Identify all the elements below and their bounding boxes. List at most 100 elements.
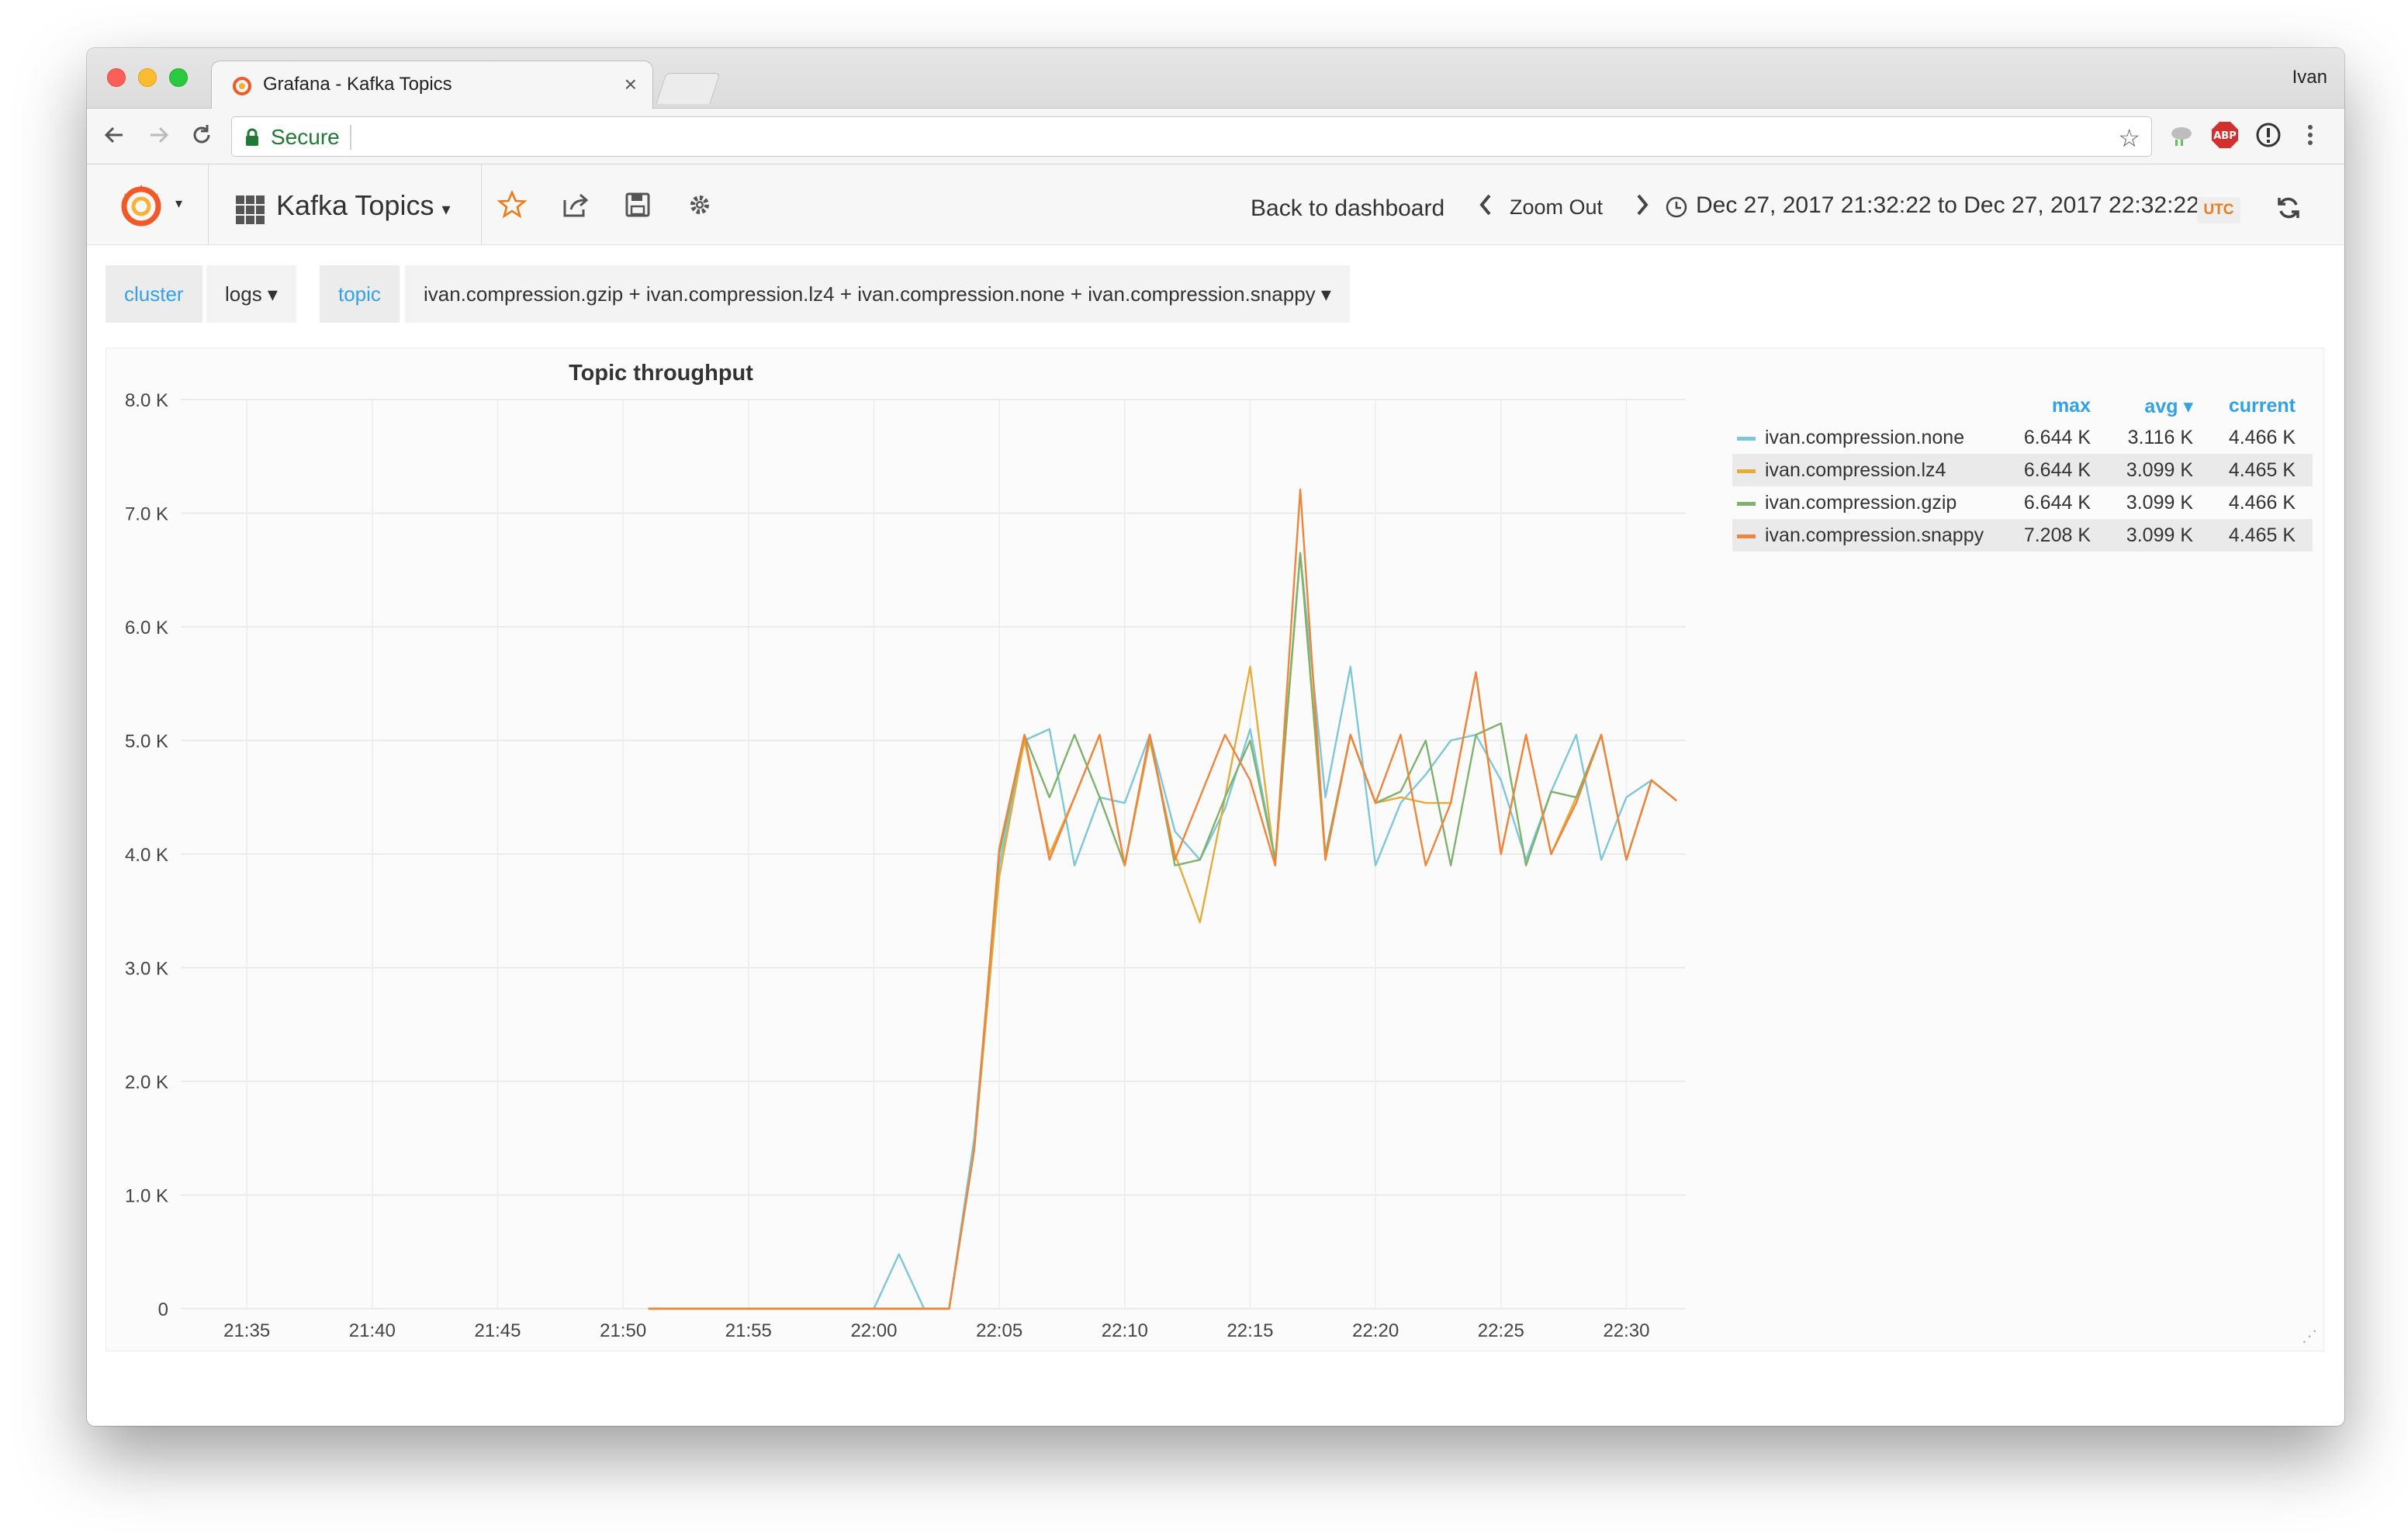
- legend-avg: 3.116 K: [2127, 427, 2193, 448]
- variable-dropdown-topic[interactable]: ivan.compression.gzip + ivan.compression…: [405, 265, 1350, 323]
- x-tick-label: 22:20: [1352, 1320, 1399, 1341]
- nav-divider: [481, 164, 482, 245]
- tab-close-icon[interactable]: ×: [624, 72, 637, 97]
- more-menu-icon[interactable]: [2295, 119, 2326, 150]
- cloud-extension-icon[interactable]: [2166, 119, 2197, 150]
- nav-divider: [208, 164, 209, 245]
- series-line-ivan-compression-snappy: [648, 488, 1677, 1310]
- legend-row[interactable]: ivan.compression.gzip 6.644 K 3.099 K 4.…: [1732, 486, 2313, 519]
- browser-toolbar: Secure ☆ ABP: [87, 109, 2344, 164]
- y-tick-label: 6.0 K: [125, 618, 168, 638]
- clock-icon: [1666, 196, 1687, 218]
- address-bar[interactable]: Secure ☆: [231, 116, 2152, 157]
- legend-series-name[interactable]: ivan.compression.lz4: [1765, 459, 1946, 482]
- maximize-window-button[interactable]: [169, 68, 188, 87]
- legend-header-max[interactable]: max: [2005, 395, 2091, 417]
- legend-current: 4.466 K: [2228, 492, 2296, 514]
- zoom-out-button[interactable]: Zoom Out: [1510, 195, 1603, 220]
- y-tick-label: 7.0 K: [125, 504, 168, 525]
- time-shift-back-icon[interactable]: [1474, 189, 1497, 220]
- x-tick-label: 22:25: [1478, 1320, 1524, 1341]
- legend-avg: 3.099 K: [2126, 524, 2193, 546]
- legend-series-name[interactable]: ivan.compression.none: [1765, 427, 1964, 449]
- legend-current: 4.465 K: [2228, 459, 2296, 481]
- legend-header: max avg ▾ current: [1732, 390, 2313, 421]
- x-tick-label: 22:30: [1603, 1320, 1649, 1341]
- legend-max: 6.644 K: [2023, 492, 2091, 514]
- info-extension-icon[interactable]: [2253, 119, 2284, 150]
- svg-text:ABP: ABP: [2213, 130, 2237, 142]
- reload-icon[interactable]: [186, 119, 217, 150]
- x-tick-label: 22:15: [1226, 1320, 1273, 1341]
- tab-strip: Grafana - Kafka Topics × Ivan: [87, 48, 2344, 109]
- legend-series-name[interactable]: ivan.compression.gzip: [1765, 492, 1956, 514]
- grafana-favicon-icon: [233, 77, 251, 95]
- x-tick-label: 21:50: [600, 1320, 646, 1341]
- dashboard-grid-icon: [236, 195, 265, 224]
- legend-header-current[interactable]: current: [2210, 395, 2296, 417]
- time-shift-forward-icon[interactable]: [1631, 189, 1654, 220]
- legend-row[interactable]: ivan.compression.none 6.644 K 3.116 K 4.…: [1732, 421, 2313, 454]
- save-icon[interactable]: [622, 189, 653, 220]
- x-tick-label: 21:45: [474, 1320, 521, 1341]
- forward-arrow-icon[interactable]: [143, 119, 174, 150]
- variable-dropdown-cluster[interactable]: logs ▾: [206, 265, 296, 323]
- back-to-dashboard-button[interactable]: Back to dashboard: [1251, 195, 1444, 222]
- legend-avg: 3.099 K: [2126, 459, 2193, 481]
- refresh-icon[interactable]: [2273, 192, 2304, 223]
- legend-swatch[interactable]: [1737, 469, 1756, 473]
- lock-icon: [246, 128, 258, 146]
- new-tab-button[interactable]: [656, 73, 721, 104]
- legend-max: 6.644 K: [2023, 459, 2091, 481]
- close-window-button[interactable]: [107, 68, 126, 87]
- y-tick-label: 3.0 K: [125, 959, 168, 980]
- dashboard-title[interactable]: Kafka Topics ▾: [276, 189, 451, 222]
- back-arrow-icon[interactable]: [99, 119, 130, 150]
- secure-label: Secure: [271, 125, 340, 149]
- share-icon[interactable]: [560, 189, 591, 220]
- settings-gear-icon[interactable]: [684, 189, 715, 220]
- legend-current: 4.466 K: [2228, 427, 2296, 448]
- variable-label-cluster: cluster: [106, 265, 202, 323]
- x-tick-label: 22:05: [976, 1320, 1022, 1341]
- x-tick-label: 21:40: [349, 1320, 396, 1341]
- y-tick-label: 1.0 K: [125, 1186, 168, 1207]
- x-tick-label: 22:00: [850, 1320, 897, 1341]
- browser-tab[interactable]: Grafana - Kafka Topics ×: [211, 61, 653, 109]
- legend-current: 4.465 K: [2228, 524, 2296, 546]
- legend-swatch[interactable]: [1737, 502, 1756, 506]
- y-tick-label: 2.0 K: [125, 1072, 168, 1093]
- tab-title: Grafana - Kafka Topics: [263, 74, 452, 95]
- panel-resize-handle-icon[interactable]: ⋰: [2302, 1327, 2317, 1346]
- legend-avg: 3.099 K: [2126, 492, 2193, 514]
- y-tick-label: 5.0 K: [125, 732, 168, 752]
- profile-name[interactable]: Ivan: [2292, 67, 2327, 88]
- legend-max: 7.208 K: [2023, 524, 2091, 546]
- bookmark-star-icon[interactable]: ☆: [2118, 123, 2140, 153]
- logo-caret-icon[interactable]: ▾: [175, 195, 182, 212]
- legend-swatch[interactable]: [1737, 534, 1756, 538]
- y-tick-label: 8.0 K: [125, 390, 168, 411]
- legend-row[interactable]: ivan.compression.lz4 6.644 K 3.099 K 4.4…: [1732, 454, 2313, 486]
- legend-header-avg[interactable]: avg ▾: [2108, 395, 2193, 418]
- minimize-window-button[interactable]: [138, 68, 157, 87]
- star-icon[interactable]: [496, 189, 528, 220]
- browser-window: Grafana - Kafka Topics × Ivan Secure ☆ A…: [87, 48, 2344, 1426]
- graph-panel: Topic throughput 0 1.0 K 2.0 K 3.0 K 4.0 K 5.…: [106, 348, 2324, 1351]
- legend-max: 6.644 K: [2023, 427, 2091, 448]
- legend-series-name[interactable]: ivan.compression.snappy: [1765, 524, 1984, 547]
- y-tick-label: 0: [158, 1299, 168, 1320]
- y-tick-label: 4.0 K: [125, 845, 168, 866]
- legend: max avg ▾ current ivan.compression.none …: [1732, 390, 2313, 552]
- adblock-icon[interactable]: ABP: [2209, 119, 2240, 150]
- legend-swatch[interactable]: [1737, 437, 1756, 441]
- variable-label-topic: topic: [320, 265, 400, 323]
- grafana-logo-icon[interactable]: [116, 180, 166, 230]
- legend-row[interactable]: ivan.compression.snappy 7.208 K 3.099 K …: [1732, 519, 2313, 552]
- throughput-chart[interactable]: 0 1.0 K 2.0 K 3.0 K 4.0 K 5.0 K 6.0 K 7.0 K 8.0 …: [106, 348, 1735, 1352]
- time-range-picker[interactable]: Dec 27, 2017 21:32:22 to Dec 27, 2017 22…: [1696, 192, 2199, 219]
- utc-badge: UTC: [2197, 197, 2240, 223]
- x-tick-label: 21:55: [725, 1320, 772, 1341]
- grafana-navbar: ▾ Kafka Topics ▾ Back to dashboard Zoom …: [87, 164, 2344, 245]
- x-tick-label: 21:35: [223, 1320, 270, 1341]
